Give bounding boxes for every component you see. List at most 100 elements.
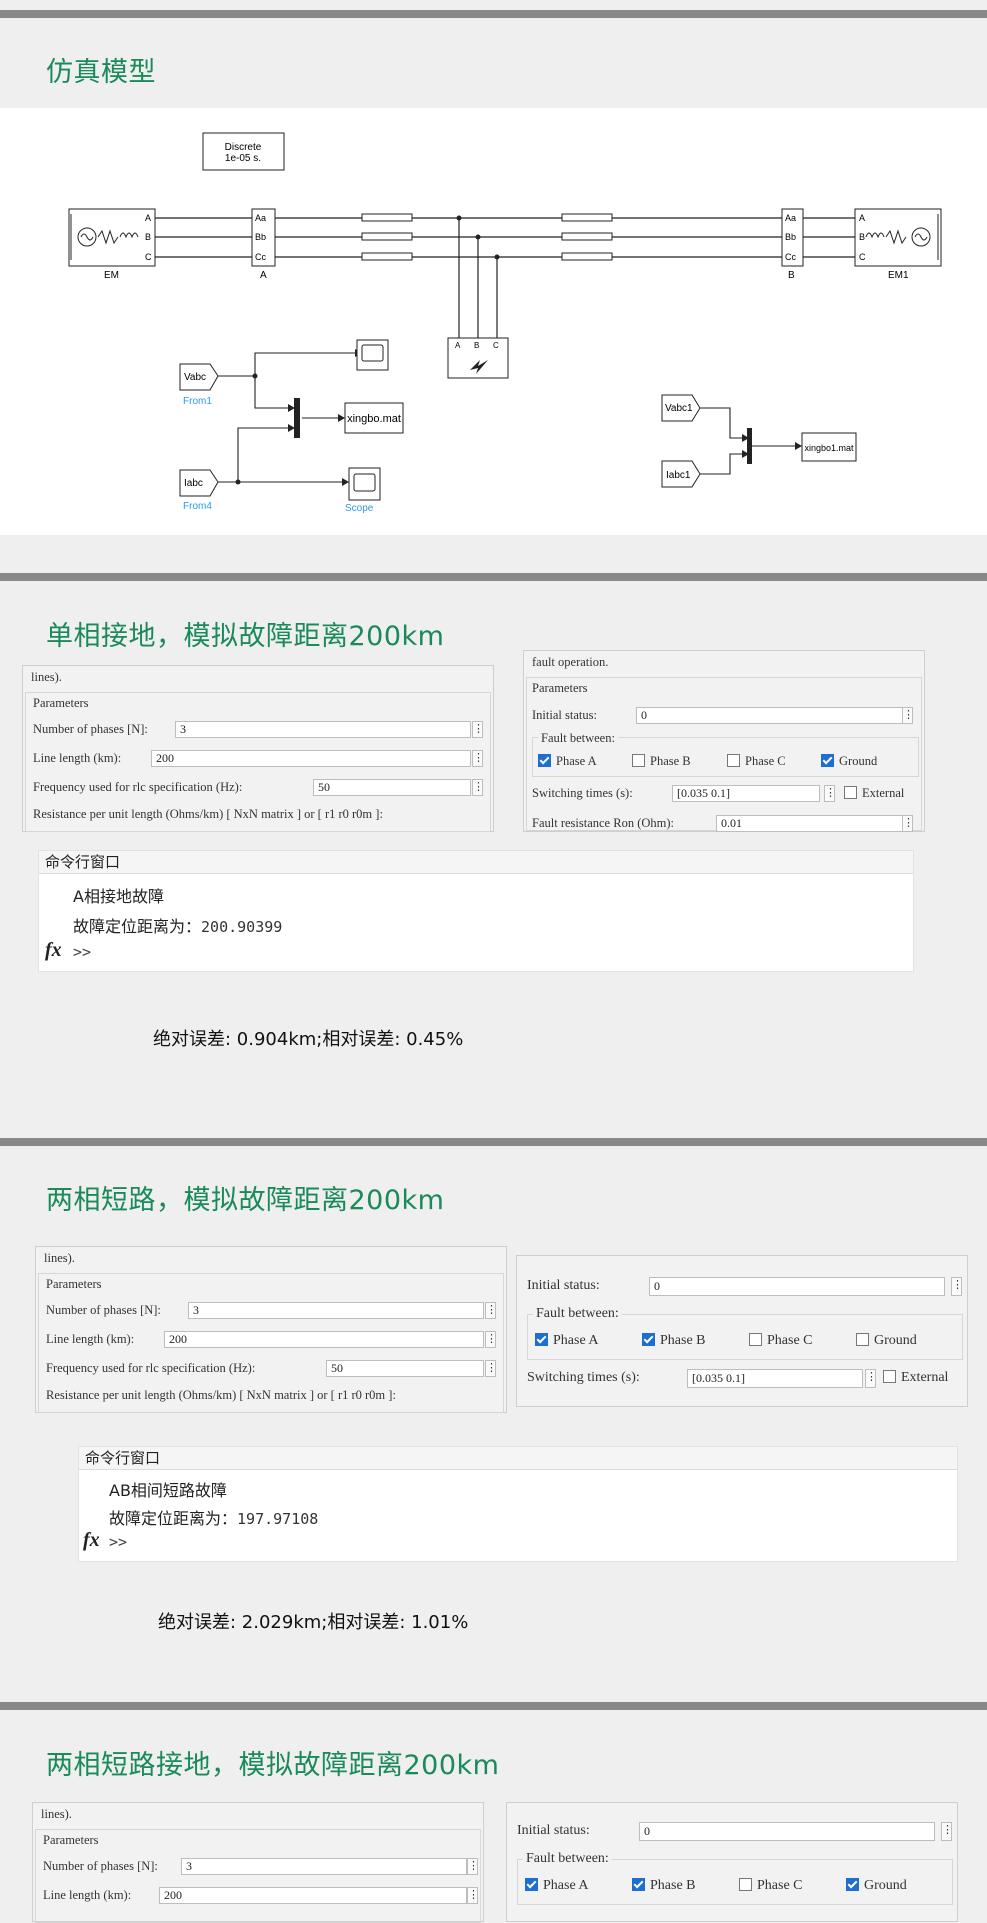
- checkbox-icon[interactable]: [642, 1333, 655, 1346]
- freq-field[interactable]: 50: [313, 779, 471, 796]
- length-field[interactable]: 200: [159, 1887, 467, 1904]
- parameters-label: Parameters: [532, 681, 588, 695]
- switching-menu[interactable]: ⋮: [865, 1369, 877, 1388]
- checkbox-icon[interactable]: [844, 786, 857, 799]
- svg-text:xingbo.mat: xingbo.mat: [347, 413, 401, 425]
- initial-status-menu[interactable]: ⋮: [902, 707, 914, 724]
- svg-text:Iabc1: Iabc1: [666, 470, 691, 481]
- command-prompt[interactable]: >>: [73, 943, 91, 961]
- switching-menu[interactable]: ⋮: [824, 785, 836, 802]
- check-phase-c[interactable]: Phase C: [749, 1333, 813, 1349]
- check-phase-c[interactable]: Phase C: [739, 1878, 803, 1894]
- error-result: 绝对误差: 0.904km;相对误差: 0.45%: [153, 1029, 464, 1050]
- phases-field[interactable]: 3: [175, 721, 471, 738]
- section-divider: [0, 1138, 987, 1146]
- freq-field[interactable]: 50: [326, 1360, 484, 1377]
- check-phase-a[interactable]: Phase A: [525, 1878, 589, 1894]
- checkbox-icon[interactable]: [632, 754, 645, 767]
- fx-icon: fx: [45, 939, 62, 961]
- check-ground[interactable]: Ground: [856, 1333, 917, 1349]
- checkbox-icon[interactable]: [538, 754, 551, 767]
- check-phase-c[interactable]: Phase C: [727, 754, 786, 769]
- svg-text:Vabc: Vabc: [184, 372, 206, 383]
- svg-text:Cc: Cc: [255, 252, 266, 262]
- parameters-label: Parameters: [33, 696, 89, 710]
- resistance-label: Resistance per unit length (Ohms/km) [ N…: [33, 807, 383, 821]
- fault-between-label: Fault between:: [523, 1851, 612, 1867]
- length-menu-button[interactable]: ⋮: [485, 1331, 497, 1348]
- output-line: AB相间短路故障: [109, 1481, 227, 1500]
- check-phase-b[interactable]: Phase B: [632, 1878, 696, 1894]
- length-menu-button[interactable]: ⋮: [472, 750, 484, 767]
- checkbox-icon[interactable]: [739, 1878, 752, 1891]
- initial-status-field[interactable]: 0: [636, 707, 908, 724]
- ron-field[interactable]: 0.01: [716, 815, 908, 832]
- section-divider: [0, 573, 987, 581]
- phases-menu-button[interactable]: ⋮: [467, 1858, 479, 1875]
- check-ground[interactable]: Ground: [821, 754, 877, 769]
- check-ground[interactable]: Ground: [846, 1878, 907, 1894]
- svg-text:A: A: [260, 270, 267, 281]
- check-external[interactable]: External: [844, 786, 904, 801]
- checkbox-icon[interactable]: [749, 1333, 762, 1346]
- initial-status-menu[interactable]: ⋮: [951, 1277, 963, 1296]
- check-external[interactable]: External: [883, 1370, 948, 1386]
- switching-times-field[interactable]: [0.035 0.1]: [687, 1369, 863, 1388]
- parameters-group: [35, 1829, 481, 1923]
- parameters-label: Parameters: [46, 1277, 102, 1291]
- command-prompt[interactable]: >>: [109, 1533, 127, 1551]
- lines-text: lines).: [44, 1251, 75, 1265]
- freq-menu-button[interactable]: ⋮: [472, 779, 484, 796]
- freq-menu-button[interactable]: ⋮: [485, 1360, 497, 1377]
- length-field[interactable]: 200: [151, 750, 471, 767]
- checkbox-icon[interactable]: [856, 1333, 869, 1346]
- svg-text:Bb: Bb: [785, 232, 796, 242]
- section-title-single-phase: 单相接地，模拟故障距离200km: [46, 621, 445, 652]
- command-window-title: 命令行窗口: [39, 851, 913, 874]
- checkbox-icon[interactable]: [525, 1878, 538, 1891]
- phases-field[interactable]: 3: [181, 1858, 467, 1875]
- section-title-model: 仿真模型: [46, 57, 156, 88]
- check-phase-b[interactable]: Phase B: [642, 1333, 706, 1349]
- fx-icon: fx: [83, 1529, 100, 1551]
- check-phase-b[interactable]: Phase B: [632, 754, 691, 769]
- check-phase-a[interactable]: Phase A: [538, 754, 597, 769]
- phases-label: Number of phases [N]:: [33, 722, 148, 736]
- checkbox-icon[interactable]: [883, 1370, 896, 1383]
- initial-status-field[interactable]: 0: [649, 1277, 945, 1296]
- phases-menu-button[interactable]: ⋮: [485, 1302, 497, 1319]
- ron-label: Fault resistance Ron (Ohm):: [532, 816, 674, 830]
- phases-field[interactable]: 3: [188, 1302, 484, 1319]
- initial-status-field[interactable]: 0: [639, 1822, 935, 1841]
- checkbox-icon[interactable]: [846, 1878, 859, 1891]
- line-parameters-dialog: lines). Parameters Number of phases [N]:…: [22, 665, 494, 832]
- length-menu-button[interactable]: ⋮: [467, 1887, 479, 1904]
- phases-menu-button[interactable]: ⋮: [472, 721, 484, 738]
- checkbox-icon[interactable]: [821, 754, 834, 767]
- initial-status-label: Initial status:: [527, 1278, 600, 1293]
- freq-label: Frequency used for rlc specification (Hz…: [33, 780, 243, 794]
- checkbox-icon[interactable]: [727, 754, 740, 767]
- length-label: Line length (km):: [46, 1332, 135, 1346]
- svg-text:xingbo1.mat: xingbo1.mat: [804, 443, 854, 453]
- length-label: Line length (km):: [33, 751, 122, 765]
- check-phase-a[interactable]: Phase A: [535, 1333, 599, 1349]
- command-window-title: 命令行窗口: [79, 1447, 957, 1470]
- section-divider: [0, 10, 987, 18]
- ron-menu[interactable]: ⋮: [902, 815, 914, 832]
- simulink-model-canvas: A B C EM Aa Bb Cc A Aa Bb Cc B ABC EM1 ABC D…: [0, 108, 987, 535]
- checkbox-icon[interactable]: [535, 1333, 548, 1346]
- length-field[interactable]: 200: [164, 1331, 484, 1348]
- fault-parameters-dialog: fault operation. Parameters Initial stat…: [523, 650, 925, 832]
- fault-parameters-dialog: Initial status: 0 ⋮ Fault between: Phase…: [516, 1255, 968, 1407]
- output-line: A相接地故障: [73, 887, 164, 906]
- checkbox-icon[interactable]: [632, 1878, 645, 1891]
- svg-text:From4: From4: [183, 501, 212, 512]
- switching-times-field[interactable]: [0.035 0.1]: [672, 785, 820, 802]
- line-parameters-dialog: lines). Parameters Number of phases [N]:…: [32, 1802, 484, 1923]
- phases-label: Number of phases [N]:: [46, 1303, 161, 1317]
- svg-text:Discrete: Discrete: [225, 142, 262, 153]
- initial-status-menu[interactable]: ⋮: [941, 1822, 953, 1841]
- command-window: 命令行窗口 A相接地故障 故障定位距离为：200.90399 fx >>: [38, 850, 914, 972]
- phases-label: Number of phases [N]:: [43, 1859, 158, 1873]
